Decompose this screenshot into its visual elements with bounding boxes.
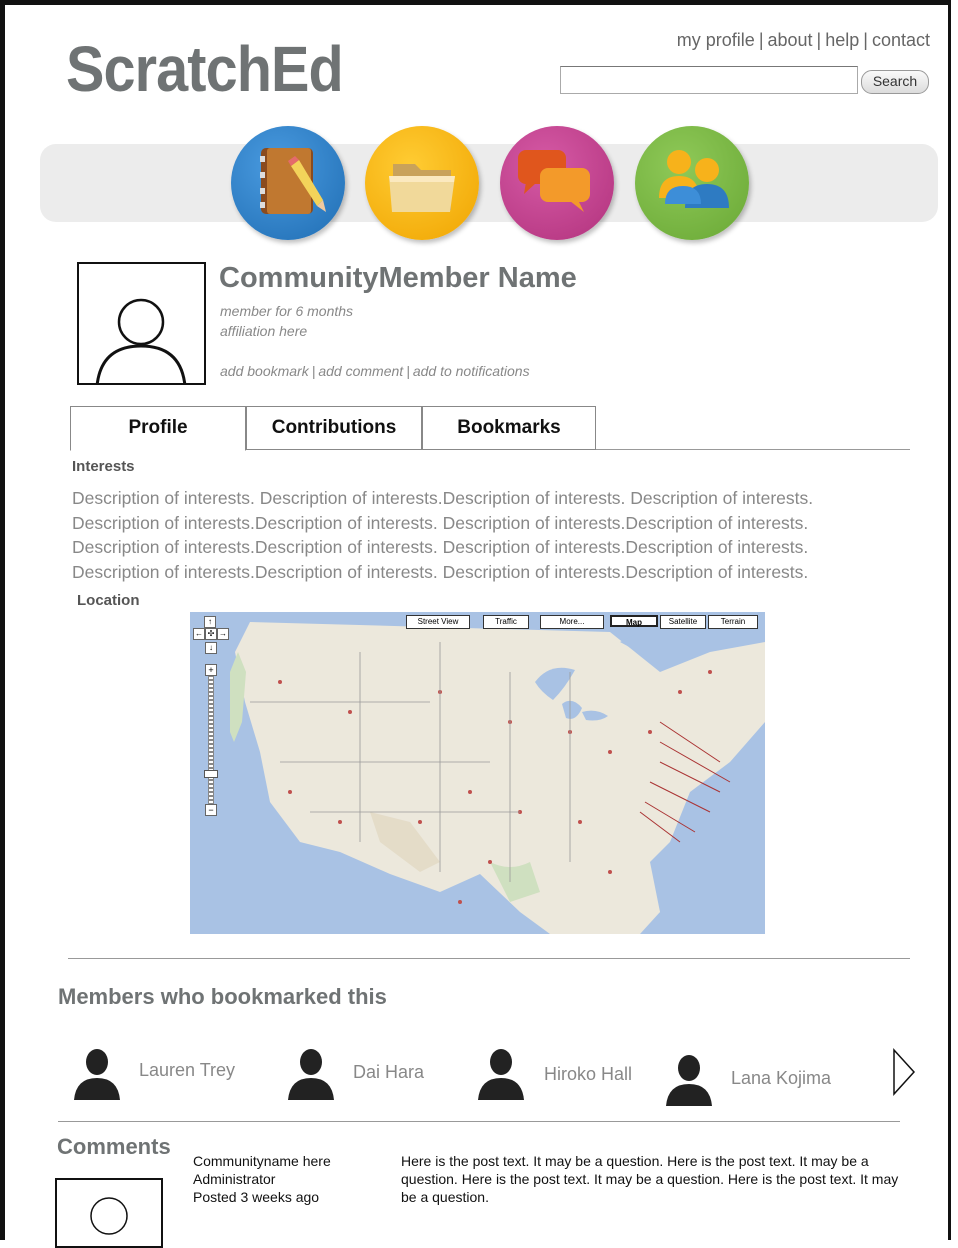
tab-contributions[interactable]: Contributions [246,406,422,450]
comment-posted-time: Posted 3 weeks ago [193,1189,320,1205]
contact-link[interactable]: contact [872,30,930,50]
site-logo[interactable]: ScratchEd [66,32,344,106]
add-comment-link[interactable]: add comment [318,363,403,379]
chat-bubbles-icon[interactable] [500,126,614,240]
person-icon [288,1049,334,1100]
folder-icon[interactable] [365,126,479,240]
link-separator: | [816,30,822,50]
interests-line: Description of interests.Description of … [72,512,809,533]
comment-avatar [55,1178,163,1248]
tab-bookmarks[interactable]: Bookmarks [422,406,596,450]
person-icon [478,1049,524,1100]
location-label: Location [77,592,140,609]
divider [68,958,910,959]
comment-author[interactable]: Communityname here [193,1152,331,1170]
comment-meta: Communityname here Administrator Posted … [193,1152,331,1206]
map-zoom-slider[interactable] [208,676,214,804]
member-actions: add bookmark | add comment | add to notifica… [220,363,530,379]
bookmarked-title: Members who bookmarked this [58,984,387,1009]
help-link[interactable]: help [825,30,859,50]
map-type-terrain-button[interactable]: Terrain [708,615,758,629]
member-link-hiroko-hall[interactable]: Hiroko Hall [544,1064,632,1085]
map-more-button[interactable]: More... [540,615,604,629]
map-pan-down-button[interactable]: ↓ [205,642,217,654]
top-links: my profile | about | help | contact [677,30,930,51]
location-map[interactable]: ↑ ← ✣ → ↓ + − Street View Traffic More..… [190,612,765,934]
comments-title: Comments [57,1134,171,1159]
divider [58,1121,900,1122]
map-type-satellite-button[interactable]: Satellite [660,615,706,629]
nav-bar [40,144,938,222]
member-link-lana-kojima[interactable]: Lana Kojima [731,1068,831,1089]
notebook-pencil-icon[interactable] [231,126,345,240]
map-zoom-in-button[interactable]: + [205,664,217,676]
search-button[interactable]: Search [861,70,929,94]
member-link-dai-hara[interactable]: Dai Hara [353,1062,424,1083]
member-affiliation: affiliation here [220,323,308,339]
map-center-button[interactable]: ✣ [205,628,217,640]
map-pan-up-button[interactable]: ↑ [204,616,216,628]
person-icon [666,1055,712,1106]
action-separator: | [406,363,410,379]
member-name: CommunityMember Name [219,262,577,294]
member-avatar [77,262,206,385]
person-icon [74,1049,120,1100]
map-traffic-button[interactable]: Traffic [483,615,529,629]
search-input[interactable] [560,66,858,94]
map-pan-left-button[interactable]: ← [193,628,205,640]
map-zoom-handle[interactable] [204,770,218,778]
people-icon[interactable] [635,126,749,240]
member-link-lauren-trey[interactable]: Lauren Trey [139,1060,235,1081]
interests-line: Description of interests. Description of… [72,488,814,508]
map-controls: ↑ ← ✣ → ↓ + − [190,612,765,934]
about-link[interactable]: about [768,30,813,50]
comment-text: Here is the post text. It may be a quest… [401,1153,899,1205]
link-separator: | [758,30,764,50]
my-profile-link[interactable]: my profile [677,30,755,50]
map-type-map-button[interactable]: Map [610,615,658,627]
comment-role: Administrator [193,1171,276,1187]
map-zoom-out-button[interactable]: − [205,804,217,816]
interests-line: Description of interests.Description of … [72,561,809,582]
link-separator: | [863,30,868,50]
member-tenure: member for 6 months [220,303,354,319]
interests-label: Interests [72,458,135,475]
action-separator: | [311,363,316,379]
tab-profile[interactable]: Profile [70,406,246,451]
add-bookmark-link[interactable]: add bookmark [220,363,309,379]
interests-description: Description of interests. Description of… [72,486,932,584]
next-arrow-icon[interactable] [891,1048,917,1096]
map-pan-right-button[interactable]: → [217,628,229,640]
map-street-view-button[interactable]: Street View [406,615,470,629]
add-to-notifications-link[interactable]: add to notifications [413,363,530,379]
interests-line: Description of interests.Description of … [72,537,809,557]
